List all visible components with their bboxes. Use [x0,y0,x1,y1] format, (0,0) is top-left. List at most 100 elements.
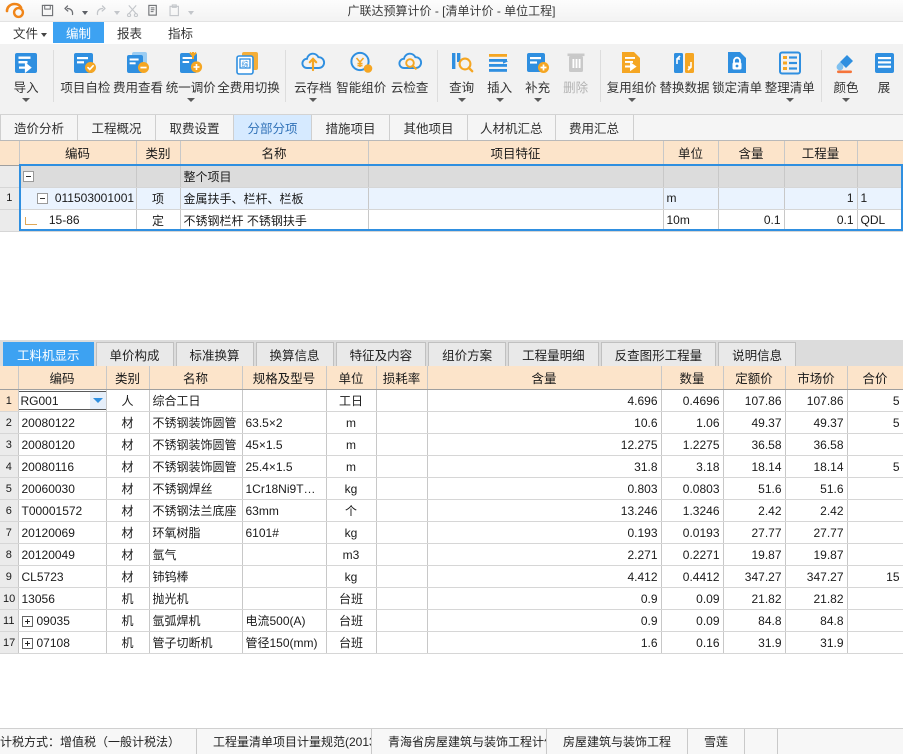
cell-standard-price[interactable]: 31.9 [723,631,786,654]
cell-market-price[interactable]: 347.27 [785,565,848,588]
panel-tab-huansuanxinxi[interactable]: 换算信息 [255,341,334,366]
upper-col-unit[interactable]: 单位 [663,141,719,166]
cell-spec[interactable]: 45×1.5 [242,433,327,456]
row-header[interactable]: 10 [0,587,19,610]
lower-col-loss-rate[interactable]: 损耗率 [376,365,428,390]
lower-col-standard-price[interactable]: 定额价 [723,365,786,390]
cell-content[interactable]: 1.6 [427,631,662,654]
cell-total-price[interactable] [847,477,903,500]
tab-qufeishezhi[interactable]: 取费设置 [156,115,234,140]
upper-col-feature[interactable]: 项目特征 [368,141,664,166]
cell-extra[interactable]: QDL [857,209,903,232]
table-row[interactable]: 2 20080122 材 不锈钢装饰圆管 63.5×2 m 10.6 1.06 … [0,411,903,434]
cell-category[interactable]: 材 [106,565,150,588]
cell-code[interactable]: 20120049 [18,543,107,566]
upper-col-category[interactable]: 类别 [136,141,181,166]
cell-quantity[interactable]: 0.09 [661,609,724,632]
query-dropdown-icon[interactable] [457,98,466,102]
cell-unit[interactable]: 工日 [326,389,377,412]
cell-name[interactable]: 综合工日 [149,389,243,412]
upper-grid-corner[interactable] [0,141,20,166]
ribbon-button-full-cost-switch[interactable]: 综 全费用切换 [217,44,280,114]
cell-code[interactable]: 07108 [18,631,107,654]
cell-category[interactable]: 人 [106,389,150,412]
customize-qat-icon[interactable] [186,1,195,20]
cell-category[interactable]: 材 [106,499,150,522]
cell-standard-price[interactable]: 21.82 [723,587,786,610]
cell-unit[interactable]: kg [326,565,377,588]
panel-tab-zujiafangan[interactable]: 组价方案 [428,341,507,366]
cell-content[interactable]: 0.193 [427,521,662,544]
cell-unit[interactable]: 台班 [326,631,377,654]
panel-tab-gongchengliangmingxi[interactable]: 工程量明细 [508,341,599,366]
cell-standard-price[interactable]: 347.27 [723,565,786,588]
table-row[interactable]: 5 20060030 材 不锈钢焊丝 1Cr18Ni9T… kg 0.803 0… [0,477,903,500]
upper-col-content-ratio[interactable]: 含量 [718,141,785,166]
menu-tab-bianzhi[interactable]: 编制 [53,22,105,43]
cell-loss-rate[interactable] [376,433,428,456]
cell-feature[interactable] [368,209,664,232]
cell-category[interactable]: 机 [106,587,150,610]
cell-total-price[interactable]: 15 [847,565,903,588]
cell-spec[interactable] [242,565,327,588]
row-header[interactable]: 1 [0,389,19,412]
ribbon-button-lock-list[interactable]: 锁定清单 [711,44,764,114]
cell-content[interactable]: 0.9 [427,609,662,632]
cell-unit[interactable]: 台班 [326,587,377,610]
table-row[interactable]: 1 RG001 人 综合工日 工日 4.696 0.4696 107.86 10… [0,389,903,412]
cell-loss-rate[interactable] [376,499,428,522]
cell-quantity[interactable]: 1.2275 [661,433,724,456]
table-row[interactable]: 4 20080116 材 不锈钢装饰圆管 25.4×1.5 m 31.8 3.1… [0,455,903,478]
table-row[interactable]: 整个项目 [0,165,903,188]
cell-unit[interactable]: 10m [663,209,719,232]
cell-category[interactable]: 定 [136,209,181,232]
cell-loss-rate[interactable] [376,631,428,654]
row-header[interactable] [0,165,20,188]
cell-content[interactable]: 4.696 [427,389,662,412]
color-dropdown-icon[interactable] [841,98,850,102]
cell-code[interactable]: 011503001001 [19,187,137,210]
cell-content[interactable]: 13.246 [427,499,662,522]
cell-name[interactable]: 不锈钢法兰底座 [149,499,243,522]
ribbon-button-import[interactable]: 导入 [4,44,48,114]
row-header[interactable]: 2 [0,411,19,434]
tab-feiyonghuizong[interactable]: 费用汇总 [555,115,634,140]
cell-loss-rate[interactable] [376,411,428,434]
row-header[interactable]: 4 [0,455,19,478]
ribbon-button-expand[interactable]: 展 [865,44,903,114]
lower-col-content[interactable]: 含量 [427,365,662,390]
row-header[interactable]: 8 [0,543,19,566]
cell-code[interactable]: 20080116 [18,455,107,478]
panel-tab-danjiagoucheng[interactable]: 单价构成 [95,341,174,366]
table-row[interactable]: 15-86 定 不锈钢栏杆 不锈钢扶手 10m 0.1 0.1 QDL [0,209,903,232]
cell-quantity[interactable]: 1.06 [661,411,724,434]
cell-name[interactable]: 铈钨棒 [149,565,243,588]
cell-market-price[interactable]: 107.86 [785,389,848,412]
cell-category[interactable]: 项 [136,187,181,210]
ribbon-button-insert[interactable]: 插入 [481,44,519,114]
panel-tab-fanchatuxing[interactable]: 反查图形工程量 [600,341,717,366]
cell-quantity[interactable]: 3.18 [661,455,724,478]
table-row[interactable]: 7 20120069 材 环氧树脂 6101# kg 0.193 0.0193 … [0,521,903,544]
collapse-expander-icon[interactable] [22,171,34,183]
undo-dropdown-icon[interactable] [80,1,89,20]
cell-spec[interactable]: 25.4×1.5 [242,455,327,478]
cell-category[interactable]: 材 [106,477,150,500]
row-header[interactable]: 11 [0,609,19,632]
code-combo-input[interactable]: RG001 [18,391,105,410]
status-quantity-standard[interactable]: 工程量清单项目计量规范(2013-青海 [197,728,373,754]
cell-quantity[interactable]: 0.4412 [661,565,724,588]
ribbon-button-reuse-pricing[interactable]: 复用组价 [605,44,658,114]
cell-code[interactable]: RG001 [18,389,107,412]
cell-content[interactable]: 2.271 [427,543,662,566]
cell-extra[interactable] [857,165,903,188]
insert-dropdown-icon[interactable] [495,98,504,102]
cell-total-price[interactable]: 5 [847,389,903,412]
cell-code[interactable]: T00001572 [18,499,107,522]
cell-market-price[interactable]: 31.9 [785,631,848,654]
cell-name[interactable]: 不锈钢装饰圆管 [149,455,243,478]
cell-name[interactable]: 金属扶手、栏杆、栏板 [180,187,369,210]
cell-standard-price[interactable]: 107.86 [723,389,786,412]
row-header[interactable]: 6 [0,499,19,522]
row-header[interactable]: 17 [0,631,19,654]
